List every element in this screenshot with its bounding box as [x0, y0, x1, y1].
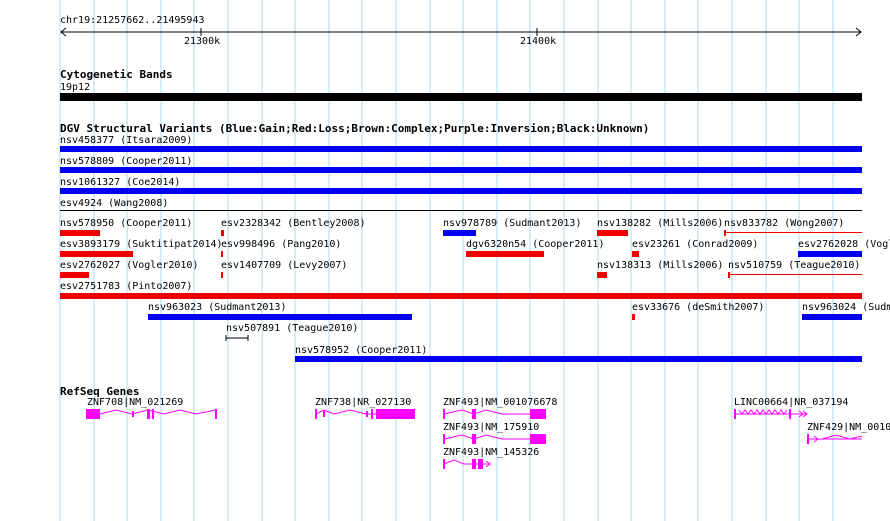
- feature-unknown[interactable]: [225, 334, 251, 344]
- feature-gain[interactable]: [798, 251, 862, 257]
- feature-loss[interactable]: [466, 251, 544, 257]
- feature-loss[interactable]: [221, 251, 223, 257]
- feature-label: esv998496 (Pang2010): [221, 239, 342, 250]
- gene-model[interactable]: [442, 406, 548, 422]
- feature-loss[interactable]: [724, 230, 726, 236]
- feature-loss[interactable]: [632, 314, 635, 320]
- feature-gain[interactable]: [148, 314, 412, 320]
- gene-model[interactable]: [442, 431, 548, 447]
- feature-label: nsv963023 (Sudmant2013): [148, 302, 287, 313]
- feature-label: nsv578950 (Cooper2011): [60, 218, 193, 229]
- feature-label: esv1407709 (Levy2007): [221, 260, 348, 271]
- feature-gain[interactable]: [60, 167, 862, 173]
- feature-loss[interactable]: [597, 230, 628, 236]
- feature-label: esv2762028 (Vogler2010): [798, 239, 890, 250]
- gene-model[interactable]: [86, 406, 220, 422]
- feature-label: esv3893179 (Suktitipat2014): [60, 239, 223, 250]
- feature-gain[interactable]: [295, 356, 862, 362]
- feature-loss[interactable]: [728, 272, 730, 278]
- feature-label: nsv138313 (Mills2006): [597, 260, 724, 271]
- feature-label: nsv833782 (Wong2007): [724, 218, 845, 229]
- ruler-tick-label: 21400k: [520, 36, 557, 47]
- feature-unknown[interactable]: [60, 210, 862, 211]
- feature-label: dgv6320n54 (Cooper2011): [466, 239, 605, 250]
- feature-label: esv2762027 (Vogler2010): [60, 260, 199, 271]
- feature-loss[interactable]: [221, 230, 224, 236]
- feature-label: esv23261 (Conrad2009): [632, 239, 759, 250]
- feature-gain[interactable]: [802, 314, 862, 320]
- gene-model[interactable]: [314, 406, 418, 422]
- feature-label: esv2328342 (Bentley2008): [221, 218, 366, 229]
- feature-loss[interactable]: [221, 272, 223, 278]
- feature-label: nsv978789 (Sudmant2013): [443, 218, 582, 229]
- feature-loss[interactable]: [60, 293, 862, 299]
- feature-loss[interactable]: [728, 274, 862, 275]
- feature-label: esv2751783 (Pinto2007): [60, 281, 193, 292]
- feature-label: nsv510759 (Teague2010): [728, 260, 861, 271]
- gene-model[interactable]: [442, 456, 494, 472]
- gene-model[interactable]: [806, 431, 864, 447]
- feature-loss[interactable]: [60, 272, 89, 278]
- feature-label: nsv138282 (Mills2006): [597, 218, 724, 229]
- gene-model[interactable]: [733, 406, 811, 422]
- feature-loss[interactable]: [632, 251, 639, 257]
- ruler-axis[interactable]: [0, 0, 890, 50]
- feature-loss[interactable]: [597, 272, 607, 278]
- track-title-cytobands[interactable]: Cytogenetic Bands: [60, 68, 173, 81]
- feature-loss[interactable]: [724, 232, 862, 233]
- feature-loss[interactable]: [60, 251, 133, 257]
- cytoband-19p12[interactable]: [60, 93, 862, 101]
- track-title-dgv[interactable]: DGV Structural Variants (Blue:Gain;Red:L…: [60, 122, 649, 135]
- ruler-tick-label: 21300k: [184, 36, 221, 47]
- feature-gain[interactable]: [60, 146, 862, 152]
- feature-label: esv4924 (Wang2008): [60, 198, 169, 209]
- feature-label: esv33676 (deSmith2007): [632, 302, 765, 313]
- genome-browser-view: chr19:21257662..21495943 21300k 21400k C…: [0, 0, 890, 521]
- feature-gain[interactable]: [60, 188, 862, 194]
- feature-gain[interactable]: [443, 230, 476, 236]
- feature-loss[interactable]: [60, 230, 100, 236]
- feature-label: nsv963024 (Sudmant2013): [802, 302, 890, 313]
